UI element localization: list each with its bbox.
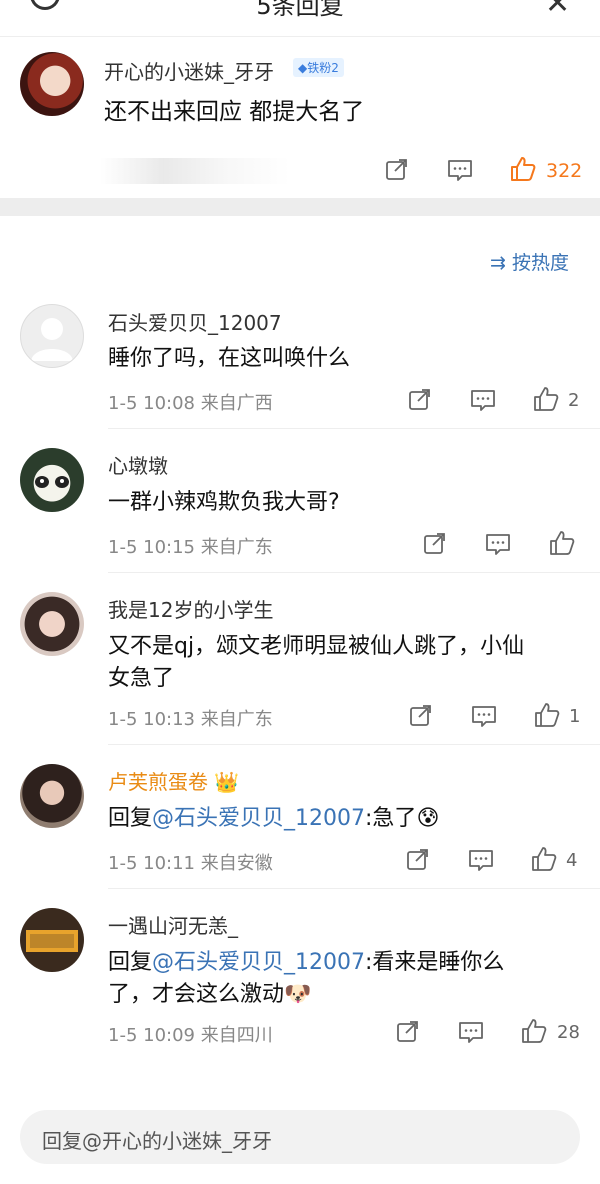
comment-icon[interactable] [458, 1019, 484, 1045]
emoji-icon: 🐶 [284, 982, 312, 1007]
blurred-region [100, 158, 290, 184]
reply-time: 1-5 10:11 来自安徽 [108, 853, 273, 874]
comment-icon[interactable] [471, 703, 497, 729]
avatar[interactable] [20, 52, 84, 116]
reply-text: 回复@石头爱贝贝_12007:急了😰 [108, 806, 440, 831]
comment-icon[interactable] [447, 157, 473, 183]
thumbs-up-icon[interactable] [509, 156, 537, 184]
avatar[interactable] [20, 592, 84, 656]
avatar[interactable] [20, 908, 84, 972]
main-comment-username[interactable]: 开心的小迷妹_牙牙 [104, 56, 274, 85]
avatar[interactable] [20, 448, 84, 512]
share-icon[interactable] [407, 387, 433, 413]
reply-text: 睡你了吗，在这叫唤什么 [108, 346, 351, 371]
comment-icon[interactable] [470, 387, 496, 413]
share-icon[interactable] [395, 1019, 421, 1045]
reply-username[interactable]: 卢芙煎蛋卷 👑 [108, 766, 239, 795]
reply-text: 回复@石头爱贝贝_12007:看来是睡你么 [108, 950, 505, 975]
sort-button[interactable]: ⇉ 按热度 [490, 248, 569, 275]
reply-text: 又不是qj，颂文老师明显被仙人跳了，小仙 [108, 634, 525, 659]
like-count: 28 [557, 1022, 580, 1043]
share-icon[interactable] [408, 703, 434, 729]
reply-username[interactable]: 我是12岁的小学生 [108, 594, 273, 623]
main-comment-text: 还不出来回应 都提大名了 [104, 99, 365, 125]
reply-input-placeholder[interactable]: 回复@开心的小迷妹_牙牙 [42, 1125, 272, 1154]
mention-link[interactable]: @石头爱贝贝_12007 [152, 950, 365, 975]
like-count: 322 [546, 160, 583, 182]
like-count: 2 [568, 390, 580, 411]
mention-link[interactable]: @石头爱贝贝_12007 [152, 806, 365, 831]
like-count: 1 [569, 706, 581, 727]
avatar[interactable] [20, 304, 84, 368]
diamond-icon: ◆ [298, 61, 308, 75]
share-icon[interactable] [384, 157, 410, 183]
thumbs-up-icon[interactable] [532, 386, 560, 414]
reply-username[interactable]: 心墩墩 [108, 450, 168, 479]
thumbs-up-icon[interactable] [530, 846, 558, 874]
reply-time: 1-5 10:13 来自广东 [108, 709, 273, 730]
avatar[interactable] [20, 764, 84, 828]
thumbs-up-icon[interactable] [548, 530, 576, 558]
section-separator [0, 198, 600, 216]
like-count: 4 [566, 850, 578, 871]
reply-text: 女急了 [108, 666, 175, 691]
page-title: 5条回复 [256, 0, 344, 20]
divider [108, 572, 600, 573]
fan-badge: ◆铁粉2 [293, 58, 344, 77]
share-icon[interactable] [422, 531, 448, 557]
share-icon[interactable] [405, 847, 431, 873]
divider [108, 428, 600, 429]
thumbs-up-icon[interactable] [520, 1018, 548, 1046]
comment-icon[interactable] [468, 847, 494, 873]
sort-icon: ⇉ [490, 252, 506, 274]
emoji-icon: 😰 [416, 806, 440, 831]
reply-text: 了，才会这么激动🐶 [108, 982, 312, 1007]
thumbs-up-icon[interactable] [533, 702, 561, 730]
close-icon[interactable]: ✕ [545, 0, 570, 21]
divider [108, 744, 600, 745]
reply-text: 一群小辣鸡欺负我大哥? [108, 490, 340, 515]
reply-username[interactable]: 一遇山河无恙_ [108, 910, 238, 939]
divider [108, 888, 600, 889]
reply-time: 1-5 10:09 来自四川 [108, 1025, 273, 1046]
comment-icon[interactable] [485, 531, 511, 557]
reply-username[interactable]: 石头爱贝贝_12007 [108, 307, 282, 336]
crown-icon: 👑 [214, 770, 240, 794]
reply-time: 1-5 10:15 来自广东 [108, 537, 273, 558]
reply-time: 1-5 10:08 来自广西 [108, 393, 273, 414]
